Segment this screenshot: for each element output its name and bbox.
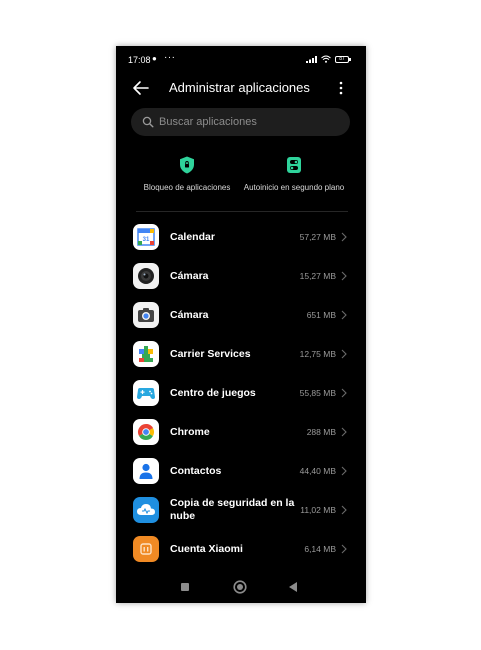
app-row-camara[interactable]: Cámara 15,27 MB xyxy=(116,257,366,296)
app-name: Cuenta Xiaomi xyxy=(170,543,243,555)
chevron-right-icon xyxy=(341,310,347,320)
app-name: Cámara xyxy=(170,270,209,282)
section-divider xyxy=(136,211,348,212)
app-name: Copia de seguridad en la nube xyxy=(170,497,295,522)
app-row-calendar[interactable]: 31 Calendar 57,27 MB xyxy=(116,218,366,257)
chevron-right-icon xyxy=(341,349,347,359)
app-name: Carrier Services xyxy=(170,348,251,360)
chevron-right-icon xyxy=(341,271,347,281)
phone-screen: 17:08 ● ··· 87 Administrar aplicaciones xyxy=(116,46,366,603)
more-notifications-icon: ··· xyxy=(164,52,176,63)
app-name: Cámara xyxy=(170,309,209,321)
search-input[interactable] xyxy=(159,114,339,130)
chat-notification-icon: ● xyxy=(152,54,157,63)
app-row-contactos[interactable]: Contactos 44,40 MB xyxy=(116,452,366,491)
calendar-app-icon: 31 xyxy=(133,224,159,250)
app-row-camara-2[interactable]: Cámara 651 MB xyxy=(116,296,366,335)
status-time: 17:08 xyxy=(128,55,151,65)
cloud-backup-app-icon xyxy=(133,497,159,523)
camera-lens-app-icon xyxy=(133,263,159,289)
battery-icon: 87 xyxy=(335,56,349,63)
search-bar[interactable] xyxy=(131,108,350,136)
app-lock-label: Bloqueo de aplicaciones xyxy=(143,183,231,192)
toggle-switch-icon xyxy=(287,157,301,173)
chevron-right-icon xyxy=(341,544,347,554)
search-icon xyxy=(142,116,154,128)
contacts-app-icon xyxy=(133,458,159,484)
app-row-chrome[interactable]: Chrome 288 MB xyxy=(116,413,366,452)
chevron-right-icon xyxy=(341,427,347,437)
chevron-right-icon xyxy=(341,466,347,476)
battery-cap xyxy=(349,58,351,61)
chevron-right-icon xyxy=(341,388,347,398)
app-row-centro-de-juegos[interactable]: Centro de juegos 55,85 MB xyxy=(116,374,366,413)
app-size: 6,14 MB xyxy=(304,544,336,554)
chevron-right-icon xyxy=(341,505,347,515)
app-name: Chrome xyxy=(170,426,210,438)
shield-lock-icon xyxy=(180,156,194,174)
app-row-cuenta-xiaomi[interactable]: Cuenta Xiaomi 6,14 MB xyxy=(116,530,366,569)
autostart-label: Autoinicio en segundo plano xyxy=(243,183,345,192)
app-size: 288 MB xyxy=(306,427,336,437)
app-row-copia-de-seguridad[interactable]: Copia de seguridad en la nube 11,02 MB xyxy=(116,491,366,530)
app-size: 12,75 MB xyxy=(299,349,336,359)
chevron-right-icon xyxy=(341,232,347,242)
app-size: 15,27 MB xyxy=(299,271,336,281)
app-lock-shortcut[interactable]: Bloqueo de aplicaciones xyxy=(132,152,242,196)
camera-app-icon xyxy=(133,302,159,328)
app-size: 44,40 MB xyxy=(299,466,336,476)
app-size: 55,85 MB xyxy=(299,388,336,398)
page-title: Administrar aplicaciones xyxy=(169,80,310,95)
battery-level: 87 xyxy=(339,56,345,62)
signal-icon xyxy=(306,56,317,63)
app-size: 57,27 MB xyxy=(299,232,336,242)
back-button[interactable] xyxy=(288,581,298,593)
app-size: 11,02 MB xyxy=(300,505,336,515)
status-bar: 17:08 ● ··· 87 xyxy=(116,46,366,72)
chrome-app-icon xyxy=(133,419,159,445)
wifi-icon xyxy=(321,55,331,63)
back-arrow-icon[interactable] xyxy=(132,80,150,96)
svg-text:31: 31 xyxy=(143,237,150,243)
app-header: Administrar aplicaciones xyxy=(116,74,366,102)
app-row-carrier-services[interactable]: Carrier Services 12,75 MB xyxy=(116,335,366,374)
app-name: Centro de juegos xyxy=(170,387,256,399)
home-button[interactable] xyxy=(233,580,247,594)
app-name: Calendar xyxy=(170,231,215,243)
more-options-icon[interactable] xyxy=(336,79,346,97)
app-name: Contactos xyxy=(170,465,222,477)
recents-button[interactable] xyxy=(181,583,189,591)
gamepad-app-icon xyxy=(133,380,159,406)
navigation-bar xyxy=(116,573,366,603)
app-size: 651 MB xyxy=(306,310,336,320)
carrier-services-app-icon xyxy=(133,341,159,367)
autostart-shortcut[interactable]: Autoinicio en segundo plano xyxy=(239,152,349,196)
xiaomi-account-app-icon xyxy=(133,536,159,562)
